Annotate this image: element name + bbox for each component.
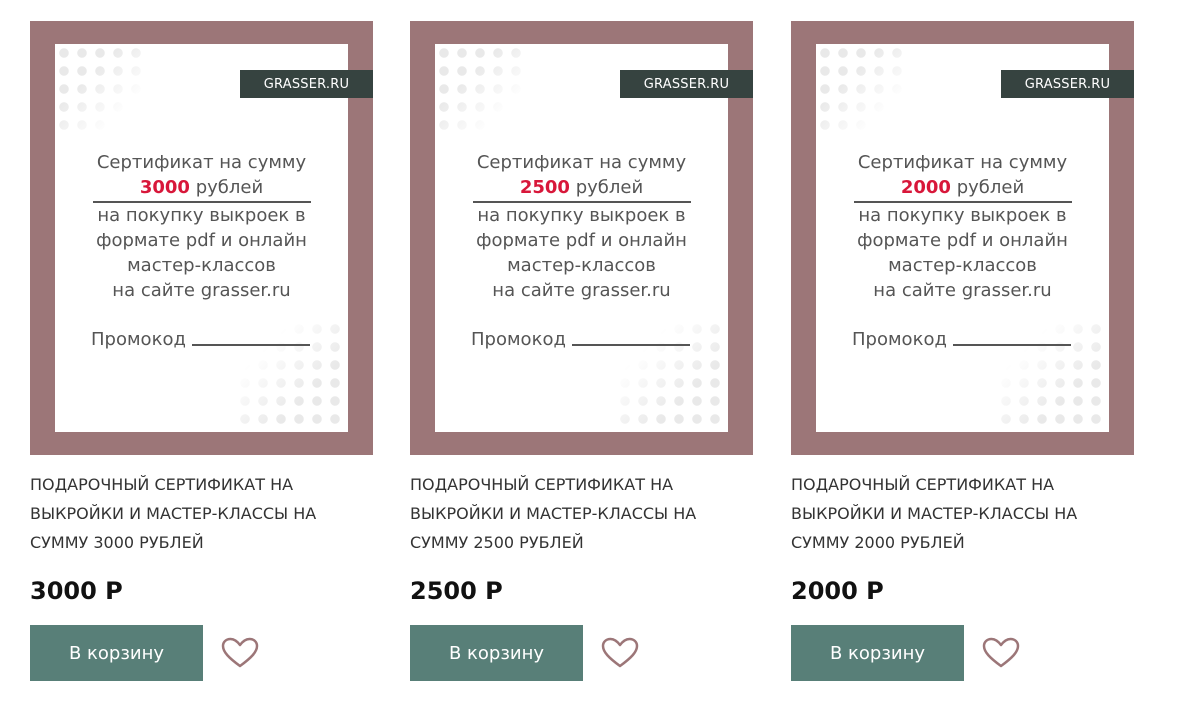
heart-icon-svg xyxy=(982,637,1020,668)
product-title[interactable]: ПОДАРОЧНЫЙ СЕРТИФИКАТ НА ВЫКРОЙКИ И МАСТ… xyxy=(791,470,1135,557)
certificate-image[interactable]: GRASSER.RU Сертификат на сумму 3000 рубл… xyxy=(30,21,373,455)
product-title[interactable]: ПОДАРОЧНЫЙ СЕРТИФИКАТ НА ВЫКРОЙКИ И МАСТ… xyxy=(30,470,374,557)
certificate-text: Сертификат на сумму 3000 рублей на покуп… xyxy=(55,150,348,303)
certificate-image[interactable]: GRASSER.RU Сертификат на сумму 2000 рубл… xyxy=(791,21,1134,455)
product-price: 2500 Р xyxy=(410,577,503,605)
cert-line: на сайте grasser.ru xyxy=(873,280,1052,301)
certificate-text: Сертификат на сумму 2000 рублей на покуп… xyxy=(816,150,1109,303)
promo-code: Промокод xyxy=(471,329,690,350)
product-title-line: ПОДАРОЧНЫЙ СЕРТИФИКАТ НА xyxy=(410,475,674,494)
brand-badge: GRASSER.RU xyxy=(1001,70,1134,98)
add-to-cart-button[interactable]: В корзину xyxy=(30,625,203,681)
cert-line: формате pdf и онлайн xyxy=(857,230,1068,251)
product-title-line: ВЫКРОЙКИ И МАСТЕР-КЛАССЫ НА xyxy=(791,504,1078,523)
cert-line: на покупку выкроек в xyxy=(477,205,686,226)
promo-code: Промокод xyxy=(91,329,310,350)
heart-icon-svg xyxy=(221,637,259,668)
cert-line: мастер-классов xyxy=(888,255,1037,276)
product-price: 2000 Р xyxy=(791,577,884,605)
product-title-line: СУММУ 2500 РУБЛЕЙ xyxy=(410,533,584,552)
product-title-line: ПОДАРОЧНЫЙ СЕРТИФИКАТ НА xyxy=(30,475,294,494)
certificate-image[interactable]: GRASSER.RU Сертификат на сумму 2500 рубл… xyxy=(410,21,753,455)
brand-badge: GRASSER.RU xyxy=(240,70,373,98)
cert-amount: 2500 xyxy=(519,177,570,198)
cert-line: на покупку выкроек в xyxy=(97,205,306,226)
heart-icon[interactable] xyxy=(981,636,1021,670)
cert-amount-line: 3000 рублей xyxy=(55,175,348,200)
cert-line: на сайте grasser.ru xyxy=(112,280,291,301)
certificate-paper: GRASSER.RU Сертификат на сумму 2500 рубл… xyxy=(435,44,753,432)
cert-line: на сайте grasser.ru xyxy=(492,280,671,301)
cert-line: мастер-классов xyxy=(127,255,276,276)
cert-amount-line: 2500 рублей xyxy=(435,175,728,200)
cert-currency: рублей xyxy=(956,177,1025,198)
dots-pattern xyxy=(55,44,147,136)
cert-line: Сертификат на сумму xyxy=(857,152,1068,173)
cert-line: формате pdf и онлайн xyxy=(476,230,687,251)
promo-label: Промокод xyxy=(852,329,947,350)
certificate-text: Сертификат на сумму 2500 рублей на покуп… xyxy=(435,150,728,303)
heart-icon[interactable] xyxy=(600,636,640,670)
certificate-paper: GRASSER.RU Сертификат на сумму 3000 рубл… xyxy=(55,44,373,432)
promo-label: Промокод xyxy=(471,329,566,350)
heart-icon-svg xyxy=(601,637,639,668)
product-title-line: СУММУ 3000 РУБЛЕЙ xyxy=(30,533,204,552)
promo-label: Промокод xyxy=(91,329,186,350)
cert-line: на покупку выкроек в xyxy=(858,205,1067,226)
cert-amount: 3000 xyxy=(139,177,190,198)
cert-line: формате pdf и онлайн xyxy=(96,230,307,251)
cert-amount-line: 2000 рублей xyxy=(816,175,1109,200)
product-title-line: СУММУ 2000 РУБЛЕЙ xyxy=(791,533,965,552)
product-grid: GRASSER.RU Сертификат на сумму 3000 рубл… xyxy=(0,0,1200,711)
product-title[interactable]: ПОДАРОЧНЫЙ СЕРТИФИКАТ НА ВЫКРОЙКИ И МАСТ… xyxy=(410,470,754,557)
promo-blank xyxy=(191,344,310,346)
product-price: 3000 Р xyxy=(30,577,123,605)
cert-line: Сертификат на сумму xyxy=(476,152,687,173)
cert-currency: рублей xyxy=(575,177,644,198)
promo-blank xyxy=(571,344,690,346)
product-title-line: ВЫКРОЙКИ И МАСТЕР-КЛАССЫ НА xyxy=(410,504,697,523)
certificate-paper: GRASSER.RU Сертификат на сумму 2000 рубл… xyxy=(816,44,1134,432)
cert-amount: 2000 xyxy=(900,177,951,198)
dots-pattern xyxy=(435,44,527,136)
cert-line: мастер-классов xyxy=(507,255,656,276)
add-to-cart-button[interactable]: В корзину xyxy=(410,625,583,681)
cert-currency: рублей xyxy=(195,177,264,198)
add-to-cart-button[interactable]: В корзину xyxy=(791,625,964,681)
cert-line: Сертификат на сумму xyxy=(96,152,307,173)
heart-icon[interactable] xyxy=(220,636,260,670)
dots-pattern xyxy=(816,44,908,136)
brand-badge: GRASSER.RU xyxy=(620,70,753,98)
promo-blank xyxy=(952,344,1071,346)
product-title-line: ПОДАРОЧНЫЙ СЕРТИФИКАТ НА xyxy=(791,475,1055,494)
promo-code: Промокод xyxy=(852,329,1071,350)
product-title-line: ВЫКРОЙКИ И МАСТЕР-КЛАССЫ НА xyxy=(30,504,317,523)
